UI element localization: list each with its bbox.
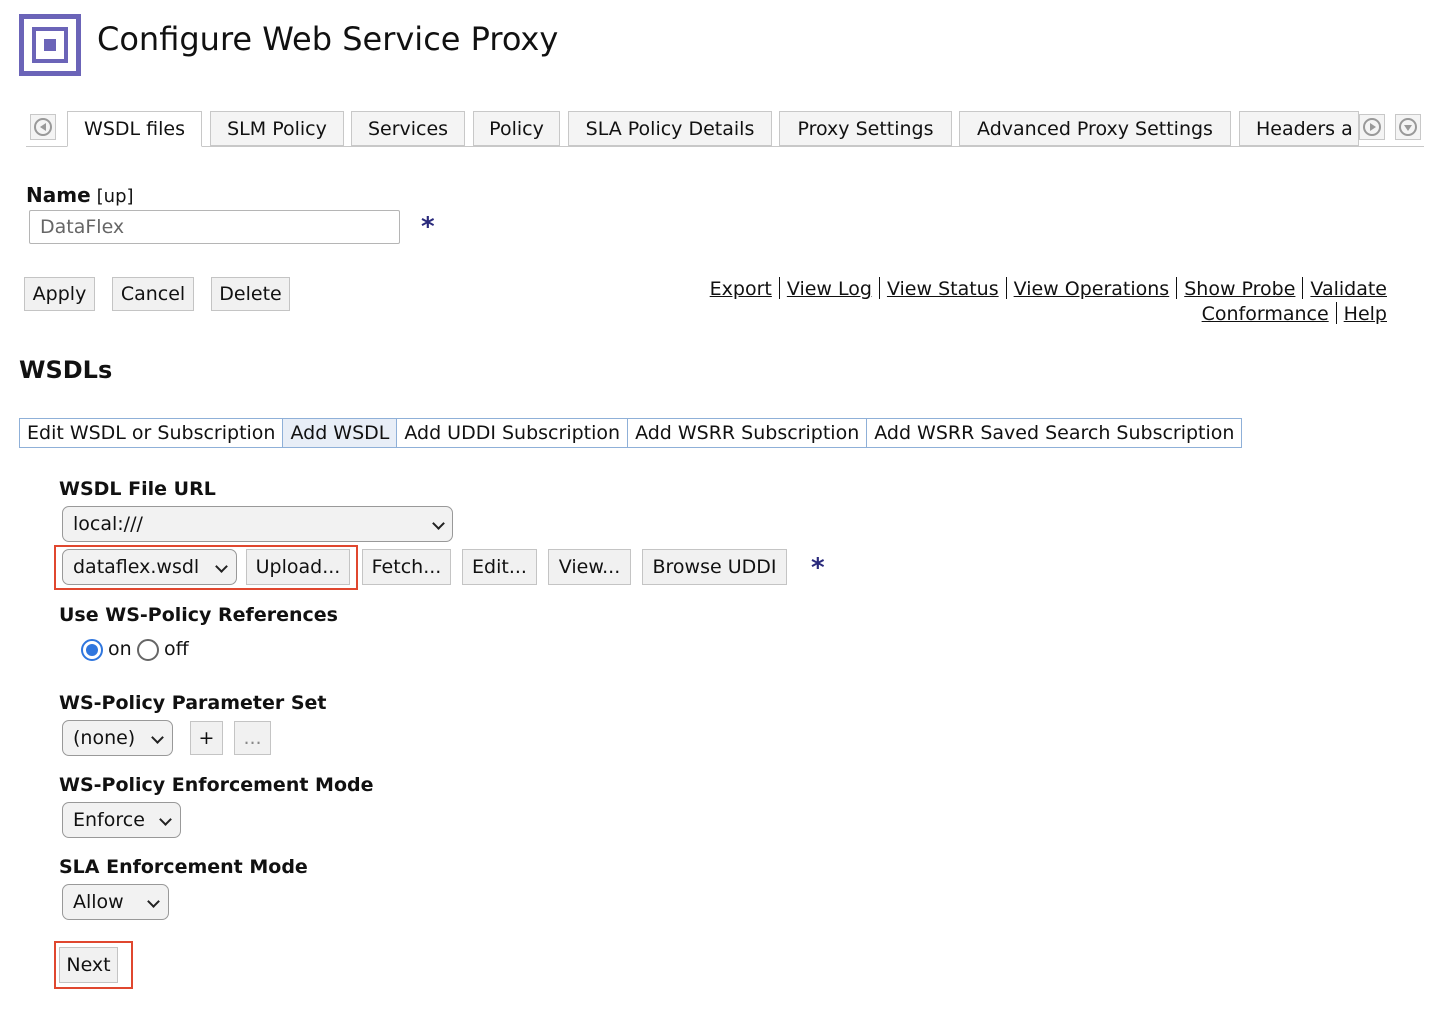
param-set-value: (none) [73, 727, 136, 749]
tab-slm-policy[interactable]: SLM Policy [210, 111, 344, 146]
scroll-right-icon[interactable] [1359, 114, 1385, 140]
app-logo-icon [19, 14, 81, 76]
wsdl-scheme-select[interactable]: local:/// [62, 506, 453, 542]
tab-policy[interactable]: Policy [473, 111, 560, 146]
sla-mode-label: SLA Enforcement Mode [59, 856, 308, 878]
view-log-link[interactable]: View Log [787, 278, 872, 300]
chevron-down-icon [151, 731, 164, 744]
param-set-label: WS-Policy Parameter Set [59, 692, 327, 714]
sla-mode-value: Allow [73, 891, 124, 913]
delete-button[interactable]: Delete [211, 277, 290, 311]
enforcement-mode-value: Enforce [73, 809, 145, 831]
wsdl-scheme-value: local:/// [73, 513, 143, 535]
wsdl-file-value: dataflex.wsdl [73, 556, 200, 578]
tab-advanced-proxy-settings[interactable]: Advanced Proxy Settings [959, 111, 1231, 146]
ws-policy-on-radio[interactable] [81, 639, 103, 661]
enforcement-mode-select[interactable]: Enforce [62, 802, 181, 838]
name-label: Name [up] [26, 183, 134, 207]
subtab-add-wsrr[interactable]: Add WSRR Subscription [628, 419, 868, 447]
chevron-down-icon [432, 517, 445, 530]
wsdl-file-url-label: WSDL File URL [59, 478, 216, 500]
page-title: Configure Web Service Proxy [97, 20, 559, 58]
sla-mode-select[interactable]: Allow [62, 884, 169, 920]
subtab-add-uddi[interactable]: Add UDDI Subscription [397, 419, 629, 447]
name-label-text: Name [26, 183, 91, 207]
tab-services[interactable]: Services [351, 111, 465, 146]
enforcement-mode-label: WS-Policy Enforcement Mode [59, 774, 374, 796]
param-set-select[interactable]: (none) [62, 720, 173, 756]
tabs-dropdown-icon[interactable] [1395, 114, 1421, 140]
subtab-edit-wsdl[interactable]: Edit WSDL or Subscription [20, 419, 284, 447]
subtab-add-wsdl[interactable]: Add WSDL [283, 419, 398, 447]
show-probe-link[interactable]: Show Probe [1184, 278, 1295, 300]
chevron-down-icon [159, 813, 172, 826]
chevron-down-icon [215, 560, 228, 573]
add-param-set-button[interactable]: + [190, 721, 223, 755]
upload-button[interactable]: Upload... [246, 549, 350, 585]
fetch-button[interactable]: Fetch... [362, 549, 451, 585]
export-link[interactable]: Export [710, 278, 772, 300]
ws-policy-on-label: on [108, 638, 132, 660]
view-button[interactable]: View... [548, 549, 631, 585]
subtab-add-wsrr-saved-search[interactable]: Add WSRR Saved Search Subscription [867, 419, 1242, 447]
edit-button[interactable]: Edit... [462, 549, 537, 585]
browse-uddi-button[interactable]: Browse UDDI [642, 549, 787, 585]
conformance-link[interactable]: Conformance [1202, 303, 1329, 325]
wsdl-required-marker: * [811, 553, 825, 583]
object-links: Export View Log View Status View Operations… [627, 277, 1387, 327]
ws-policy-refs-label: Use WS-Policy References [59, 604, 338, 626]
tab-headers[interactable]: Headers a [1239, 111, 1359, 146]
view-status-link[interactable]: View Status [887, 278, 999, 300]
name-required-marker: * [421, 212, 435, 242]
name-hint: [up] [96, 186, 134, 207]
wsdls-section-title: WSDLs [19, 356, 113, 384]
cancel-button[interactable]: Cancel [112, 277, 194, 311]
name-input[interactable] [29, 210, 400, 244]
apply-button[interactable]: Apply [24, 277, 95, 311]
next-button[interactable]: Next [59, 947, 118, 983]
wsdl-subtabs: Edit WSDL or Subscription Add WSDL Add U… [19, 418, 1243, 448]
tab-bar: WSDL files SLM Policy Services Policy SL… [26, 111, 1424, 147]
validate-link[interactable]: Validate [1310, 278, 1387, 300]
scroll-left-icon[interactable] [30, 114, 56, 140]
help-link[interactable]: Help [1344, 303, 1387, 325]
ws-policy-off-radio[interactable] [137, 639, 159, 661]
edit-param-set-button[interactable]: ... [234, 721, 271, 755]
tab-sla-policy-details[interactable]: SLA Policy Details [568, 111, 772, 146]
tab-proxy-settings[interactable]: Proxy Settings [779, 111, 952, 146]
view-operations-link[interactable]: View Operations [1014, 278, 1170, 300]
wsdl-file-select[interactable]: dataflex.wsdl [62, 549, 237, 585]
ws-policy-off-label: off [164, 638, 189, 660]
tab-wsdl-files[interactable]: WSDL files [67, 111, 202, 147]
chevron-down-icon [147, 895, 160, 908]
